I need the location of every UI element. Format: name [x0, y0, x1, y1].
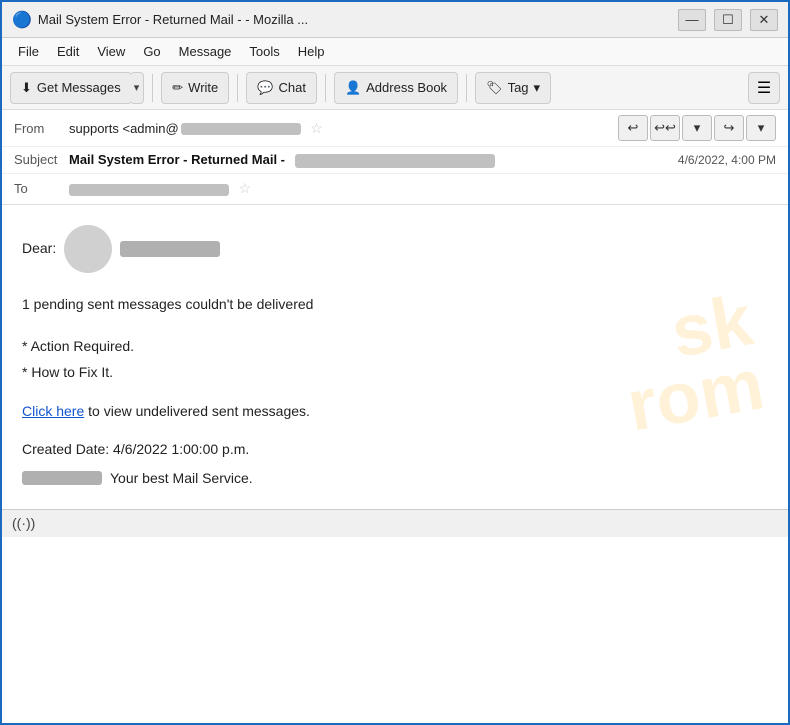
- get-messages-icon: ⬇: [21, 80, 32, 96]
- subject-row: Subject Mail System Error - Returned Mai…: [2, 147, 788, 174]
- from-row: From supports <admin@ ☆ ↩ ↩↩ ▾ ↪ ▾: [2, 110, 788, 147]
- to-star-icon[interactable]: ☆: [239, 180, 252, 196]
- from-text: supports <admin@: [69, 121, 179, 136]
- chat-icon: 💬: [257, 80, 273, 96]
- address-book-icon: 👤: [345, 80, 361, 96]
- menu-message[interactable]: Message: [171, 42, 240, 61]
- get-messages-dropdown[interactable]: ▾: [130, 72, 145, 104]
- get-messages-button[interactable]: ⬇ Get Messages: [10, 72, 132, 104]
- app-icon: 🔵: [12, 10, 32, 30]
- nav-dropdown-button[interactable]: ▾: [682, 115, 712, 141]
- subject-text-part: Mail System Error - Returned Mail -: [69, 152, 285, 167]
- dear-avatar: [64, 225, 112, 273]
- toolbar-sep-2: [237, 74, 238, 102]
- email-body: sk rom Dear: 1 pending sent messages cou…: [2, 205, 788, 509]
- subject-blurred: [295, 154, 495, 168]
- title-bar-controls: — ☐ ✕: [678, 9, 778, 31]
- address-book-button[interactable]: 👤 Address Book: [334, 72, 458, 104]
- pending-text: 1 pending sent messages couldn't be deli…: [22, 296, 313, 312]
- toolbar: ⬇ Get Messages ▾ ✏ Write 💬 Chat 👤 Addres…: [2, 66, 788, 110]
- subject-value: Mail System Error - Returned Mail -: [69, 152, 666, 168]
- menu-go[interactable]: Go: [135, 42, 168, 61]
- reply-all-button[interactable]: ↩↩: [650, 115, 680, 141]
- toolbar-right: ☰: [748, 72, 780, 104]
- action-line1: * Action Required.: [22, 335, 768, 357]
- toolbar-sep-4: [466, 74, 467, 102]
- from-value: supports <admin@ ☆: [69, 120, 618, 137]
- menu-view[interactable]: View: [89, 42, 133, 61]
- menu-bar: File Edit View Go Message Tools Help: [2, 38, 788, 66]
- menu-edit[interactable]: Edit: [49, 42, 87, 61]
- forward-button[interactable]: ↪: [714, 115, 744, 141]
- click-here-suffix: to view undelivered sent messages.: [84, 403, 310, 419]
- window-title: Mail System Error - Returned Mail - - Mo…: [38, 12, 308, 27]
- created-date-text: Created Date: 4/6/2022 1:00:00 p.m.: [22, 441, 249, 457]
- address-book-label: Address Book: [366, 80, 447, 95]
- write-icon: ✏: [172, 80, 183, 96]
- status-bar: ((·)): [2, 509, 788, 537]
- click-here-line: Click here to view undelivered sent mess…: [22, 400, 768, 422]
- tag-button[interactable]: 🏷 Tag ▾: [475, 72, 551, 104]
- created-date: Created Date: 4/6/2022 1:00:00 p.m.: [22, 438, 768, 460]
- reply-button[interactable]: ↩: [618, 115, 648, 141]
- maximize-button[interactable]: ☐: [714, 9, 742, 31]
- email-date: 4/6/2022, 4:00 PM: [678, 153, 776, 167]
- from-label: From: [14, 121, 69, 136]
- to-row: To ☆: [2, 174, 788, 204]
- close-button[interactable]: ✕: [750, 9, 778, 31]
- from-blurred-domain: [181, 123, 301, 135]
- forward-dropdown-button[interactable]: ▾: [746, 115, 776, 141]
- click-here-link[interactable]: Click here: [22, 403, 84, 419]
- dear-name-blurred: [120, 241, 220, 257]
- dear-line: Dear:: [22, 225, 768, 273]
- email-header: From supports <admin@ ☆ ↩ ↩↩ ▾ ↪ ▾ Subje…: [2, 110, 788, 205]
- dear-label: Dear:: [22, 237, 56, 259]
- chat-button[interactable]: 💬 Chat: [246, 72, 317, 104]
- best-service-line: Your best Mail Service.: [22, 467, 768, 489]
- minimize-button[interactable]: —: [678, 9, 706, 31]
- tag-dropdown-arrow: ▾: [534, 80, 541, 96]
- to-value: ☆: [69, 180, 776, 197]
- title-bar: 🔵 Mail System Error - Returned Mail - - …: [2, 2, 788, 38]
- best-service-text: Your best Mail Service.: [110, 467, 253, 489]
- toolbar-sep-1: [152, 74, 153, 102]
- subject-label: Subject: [14, 152, 69, 167]
- to-blurred: [69, 184, 229, 196]
- chat-label: Chat: [278, 80, 305, 95]
- action-lines: * Action Required. * How to Fix It.: [22, 335, 768, 384]
- title-bar-left: 🔵 Mail System Error - Returned Mail - - …: [12, 10, 308, 30]
- menu-tools[interactable]: Tools: [241, 42, 287, 61]
- best-service-blurred: [22, 471, 102, 485]
- write-button[interactable]: ✏ Write: [161, 72, 229, 104]
- menu-help[interactable]: Help: [290, 42, 333, 61]
- pending-message: 1 pending sent messages couldn't be deli…: [22, 293, 768, 315]
- action-line2: * How to Fix It.: [22, 361, 768, 383]
- tag-label: Tag: [508, 80, 529, 95]
- nav-buttons: ↩ ↩↩ ▾ ↪ ▾: [618, 115, 776, 141]
- status-icon: ((·)): [12, 515, 35, 531]
- tag-icon: 🏷: [486, 80, 503, 96]
- from-star-icon[interactable]: ☆: [310, 120, 323, 136]
- to-label: To: [14, 181, 69, 196]
- write-label: Write: [188, 80, 218, 95]
- get-messages-label: Get Messages: [37, 80, 121, 95]
- menu-file[interactable]: File: [10, 42, 47, 61]
- toolbar-sep-3: [325, 74, 326, 102]
- hamburger-button[interactable]: ☰: [748, 72, 780, 104]
